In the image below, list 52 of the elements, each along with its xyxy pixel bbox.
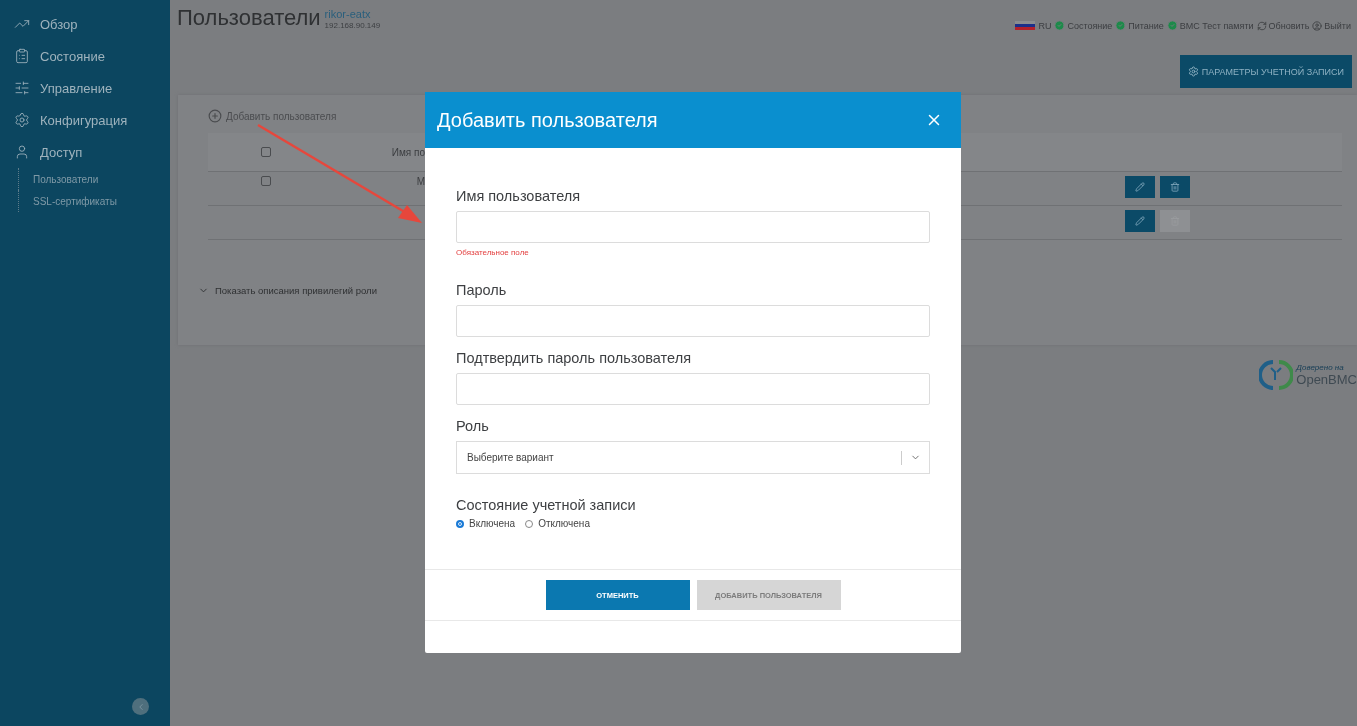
page-title: Пользователи bbox=[177, 6, 321, 30]
settings-icon bbox=[1187, 66, 1199, 77]
account-settings-button[interactable]: ПАРАМЕТРЫ УЧЕТНОЙ ЗАПИСИ bbox=[1179, 55, 1352, 88]
delete-button[interactable] bbox=[1160, 176, 1190, 198]
status-label: BMC Тест памяти bbox=[1179, 20, 1254, 31]
input-field[interactable] bbox=[456, 211, 930, 243]
input-field[interactable] bbox=[456, 373, 930, 405]
field-label: Роль bbox=[456, 418, 490, 434]
sidebar-item[interactable]: Обзор bbox=[0, 8, 170, 40]
field-label: Пароль bbox=[456, 282, 508, 298]
logout-link[interactable]: Выйти bbox=[1312, 20, 1351, 31]
dialog-title: Добавить пользователя bbox=[437, 108, 658, 132]
checkbox[interactable] bbox=[260, 176, 271, 186]
sidebar-subitem[interactable]: Пользователи bbox=[18, 168, 170, 190]
refresh-link[interactable]: Обновить bbox=[1256, 20, 1310, 31]
edit-button[interactable] bbox=[1125, 176, 1155, 198]
sidebar-item[interactable]: Состояние bbox=[0, 40, 170, 72]
logo-icon bbox=[1259, 358, 1294, 392]
host-name: rikor-eatx bbox=[324, 9, 372, 20]
role-description-toggle[interactable]: Показать описания привилегий роли bbox=[198, 285, 377, 296]
sidebar-icon bbox=[14, 112, 30, 128]
sidebar-item[interactable]: Доступ bbox=[0, 136, 170, 168]
column-header: Имя по bbox=[390, 146, 425, 158]
sidebar-icon bbox=[14, 48, 30, 64]
pencil-icon bbox=[1135, 216, 1145, 226]
sidebar-icon bbox=[14, 144, 30, 160]
table-cell: М bbox=[416, 176, 425, 187]
sidebar-item[interactable]: Управление bbox=[0, 72, 170, 104]
error-message: Обязательное поле bbox=[456, 248, 530, 257]
radio-option[interactable]: Отключена bbox=[525, 518, 590, 529]
pencil-icon bbox=[1135, 182, 1145, 192]
radio-option[interactable]: Включена bbox=[456, 518, 516, 529]
host-ip: 192.168.90.149 bbox=[324, 21, 381, 30]
status-label: Питание bbox=[1128, 20, 1164, 31]
user-icon bbox=[1312, 20, 1323, 31]
openbmc-logo: Доверено на OpenBMC bbox=[1259, 358, 1357, 392]
input-field[interactable] bbox=[456, 305, 930, 337]
trash-icon bbox=[1170, 182, 1180, 192]
sidebar-subitem[interactable]: SSL-сертификаты bbox=[18, 190, 170, 212]
field-label: Подтвердить пароль пользователя bbox=[456, 350, 692, 366]
flag-icon bbox=[1015, 20, 1036, 31]
sidebar-item[interactable]: Конфигурация bbox=[0, 104, 170, 136]
field-label: Состояние учетной записи bbox=[456, 497, 637, 513]
plus-icon bbox=[208, 109, 222, 123]
select-field[interactable]: Выберите вариант bbox=[456, 441, 930, 474]
refresh-icon bbox=[1256, 20, 1267, 31]
sidebar-icon bbox=[14, 80, 30, 96]
status-label: Состояние bbox=[1067, 20, 1113, 31]
checkbox[interactable] bbox=[260, 147, 271, 157]
edit-button[interactable] bbox=[1125, 210, 1155, 232]
field-label: Имя пользователя bbox=[456, 188, 582, 204]
collapse-button[interactable] bbox=[132, 698, 149, 715]
